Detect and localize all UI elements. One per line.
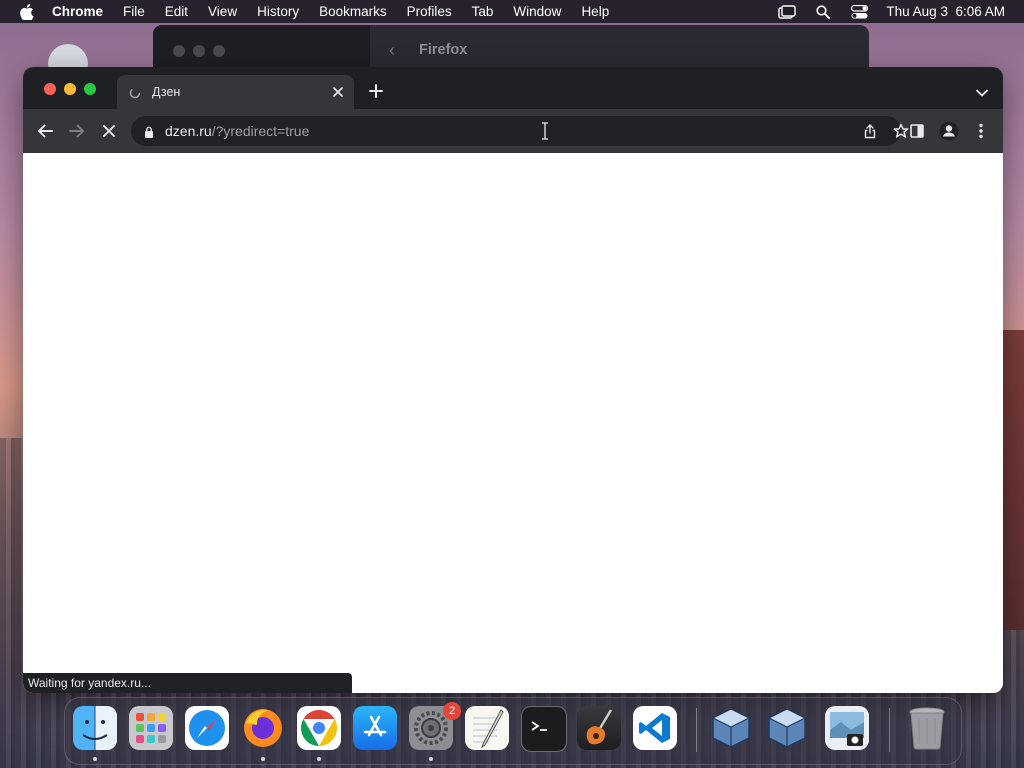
chrome-icon[interactable] bbox=[297, 706, 341, 750]
tab-strip: Дзен bbox=[23, 67, 1003, 109]
spotlight-search-icon[interactable] bbox=[814, 4, 832, 19]
inactive-minimize-icon[interactable] bbox=[193, 45, 205, 57]
url-text[interactable]: dzen.ru/?yredirect=true bbox=[165, 123, 309, 139]
menu-history[interactable]: History bbox=[257, 4, 299, 19]
profile-avatar-icon[interactable] bbox=[939, 121, 959, 141]
tab-title: Дзен bbox=[152, 85, 181, 99]
trash-icon[interactable] bbox=[905, 706, 949, 750]
dock-separator bbox=[889, 708, 890, 752]
dock: 2 bbox=[64, 697, 962, 765]
text-cursor-icon bbox=[541, 122, 549, 140]
garageband-icon[interactable] bbox=[577, 706, 621, 750]
menu-help[interactable]: Help bbox=[581, 4, 609, 19]
share-icon[interactable] bbox=[863, 124, 877, 139]
running-indicator bbox=[261, 757, 265, 761]
close-tab-icon[interactable] bbox=[330, 84, 346, 100]
lock-icon[interactable] bbox=[144, 125, 154, 138]
status-bubble: Waiting for yandex.ru... bbox=[23, 673, 352, 693]
chrome-window: Дзен dzen.ru/?yredirect=true Waiting for… bbox=[23, 67, 1003, 693]
back-arrow-icon[interactable] bbox=[35, 121, 55, 141]
running-indicator bbox=[317, 757, 321, 761]
apple-menu-icon[interactable] bbox=[20, 3, 34, 20]
window-controls bbox=[44, 83, 96, 95]
page-content[interactable] bbox=[23, 153, 1003, 693]
launchpad-icon[interactable] bbox=[129, 706, 173, 750]
menu-window[interactable]: Window bbox=[513, 4, 561, 19]
textedit-icon[interactable] bbox=[465, 706, 509, 750]
close-window-button[interactable] bbox=[44, 83, 56, 95]
inactive-zoom-icon[interactable] bbox=[213, 45, 225, 57]
menu-file[interactable]: File bbox=[123, 4, 145, 19]
firefox-icon[interactable] bbox=[241, 706, 285, 750]
terminal-icon[interactable] bbox=[521, 706, 567, 752]
running-indicator bbox=[429, 757, 433, 761]
finder-icon[interactable] bbox=[73, 706, 117, 750]
virtualbox-icon[interactable] bbox=[709, 706, 753, 750]
wallpaper-tower bbox=[1002, 330, 1024, 630]
virtualbox-icon[interactable] bbox=[765, 706, 809, 750]
menu-bar: Chrome File Edit View History Bookmarks … bbox=[0, 0, 1024, 23]
control-center-icon[interactable] bbox=[850, 4, 868, 19]
new-tab-button[interactable] bbox=[368, 83, 384, 99]
screen-mirroring-icon[interactable] bbox=[778, 4, 797, 19]
preview-icon[interactable] bbox=[825, 706, 869, 750]
dock-separator bbox=[696, 708, 697, 752]
app-store-icon[interactable] bbox=[353, 706, 397, 750]
menu-tab[interactable]: Tab bbox=[472, 4, 494, 19]
address-bar[interactable]: dzen.ru/?yredirect=true bbox=[131, 116, 909, 146]
url-path: /?yredirect=true bbox=[211, 123, 310, 139]
forward-arrow-icon[interactable] bbox=[67, 121, 87, 141]
menu-edit[interactable]: Edit bbox=[165, 4, 188, 19]
menu-profiles[interactable]: Profiles bbox=[407, 4, 452, 19]
inactive-close-icon[interactable] bbox=[173, 45, 185, 57]
stop-loading-icon[interactable] bbox=[99, 121, 119, 141]
kebab-menu-icon[interactable] bbox=[971, 121, 991, 141]
menu-view[interactable]: View bbox=[208, 4, 237, 19]
loading-spinner-icon bbox=[129, 86, 141, 99]
background-window-title: Firefox bbox=[419, 42, 468, 58]
zoom-window-button[interactable] bbox=[84, 83, 96, 95]
running-indicator bbox=[93, 757, 97, 761]
notification-badge: 2 bbox=[443, 702, 461, 720]
tab-dzen[interactable]: Дзен bbox=[117, 75, 354, 109]
settings-icon[interactable]: 2 bbox=[409, 702, 461, 750]
menu-bookmarks[interactable]: Bookmarks bbox=[319, 4, 387, 19]
menu-clock[interactable]: Thu Aug 3 6:06 AM bbox=[886, 4, 1005, 19]
vscode-icon[interactable] bbox=[633, 706, 677, 750]
safari-icon[interactable] bbox=[185, 706, 229, 750]
minimize-window-button[interactable] bbox=[64, 83, 76, 95]
url-host: dzen.ru bbox=[165, 123, 212, 139]
browser-toolbar: dzen.ru/?yredirect=true bbox=[23, 109, 1003, 153]
menu-app-name[interactable]: Chrome bbox=[52, 4, 103, 19]
background-window-traffic-lights bbox=[173, 45, 225, 57]
tab-search-chevron-icon[interactable] bbox=[975, 85, 989, 97]
side-panel-icon[interactable] bbox=[907, 121, 927, 141]
chevron-left-icon[interactable]: ‹ bbox=[389, 40, 395, 61]
